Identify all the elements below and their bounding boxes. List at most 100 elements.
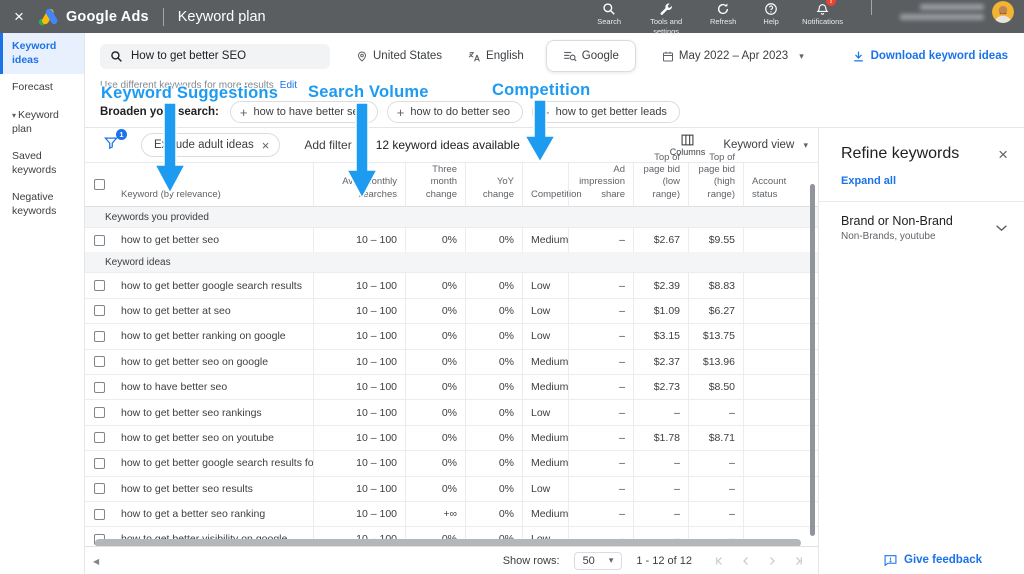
cell-avg-monthly-searches: 10 – 100 (313, 324, 405, 348)
network-selector[interactable]: Google (546, 40, 636, 72)
expand-all-link[interactable]: Expand all (819, 163, 1024, 201)
brand-group-toggle[interactable]: Brand or Non-Brand Non-Brands, youtube (819, 202, 1024, 254)
notification-badge: ! (826, 0, 836, 6)
prev-page-icon[interactable] (740, 555, 752, 567)
cell-ad-impression-share: – (568, 273, 633, 297)
chevron-down-icon (995, 224, 1008, 232)
give-feedback-button[interactable]: Give feedback (884, 554, 982, 566)
next-page-icon[interactable] (766, 555, 778, 567)
scroll-left-icon[interactable]: ◀ (93, 557, 99, 566)
filter-button[interactable]: 1 (103, 135, 119, 155)
tools-settings-button[interactable]: Tools and settings (640, 0, 692, 36)
keyword-search-input[interactable]: How to get better SEO (100, 44, 330, 69)
row-checkbox[interactable] (94, 382, 105, 393)
close-icon[interactable]: × (998, 146, 1008, 163)
language-selector[interactable]: English (468, 50, 524, 63)
table-row[interactable]: how to get better google search results … (85, 450, 818, 475)
table-row[interactable]: how to get better seo 10 – 100 0% 0% Med… (85, 227, 818, 252)
sidebar-item-negative-keywords[interactable]: Negative keywords (0, 184, 84, 225)
col-header-account-status[interactable]: Account status (743, 163, 818, 206)
select-all-checkbox[interactable] (94, 179, 105, 190)
help-icon (764, 1, 778, 16)
cell-competition: Low (522, 324, 568, 348)
table-row[interactable]: how to get better seo on youtube 10 – 10… (85, 425, 818, 450)
first-page-icon[interactable] (714, 555, 726, 567)
download-keyword-ideas-button[interactable]: Download keyword ideas (852, 50, 1008, 63)
rows-per-page-select[interactable]: 50▾ (574, 552, 623, 570)
sidebar-item-keyword-ideas[interactable]: Keyword ideas (0, 33, 84, 74)
sidebar-item-keyword-plan[interactable]: ▾Keyword plan (0, 102, 84, 143)
notifications-button[interactable]: ! Notifications (802, 0, 843, 27)
columns-icon (681, 134, 694, 146)
cell-three-month-change: 0% (405, 426, 465, 450)
table-row[interactable]: how to get better google search results … (85, 272, 818, 297)
cell-top-bid-low: – (633, 400, 688, 424)
cell-ad-impression-share: – (568, 502, 633, 526)
sidebar-item-forecast[interactable]: Forecast (0, 74, 84, 102)
feedback-icon (884, 554, 897, 566)
cell-three-month-change: 0% (405, 451, 465, 475)
help-button[interactable]: Help (754, 0, 788, 27)
refresh-button[interactable]: Refresh (706, 0, 740, 27)
col-header-three-month-change[interactable]: Three month change (405, 163, 465, 206)
cell-yoy-change: 0% (465, 228, 522, 252)
close-icon[interactable]: × (14, 8, 24, 25)
avatar[interactable] (992, 1, 1014, 23)
annotation-arrow-search-volume (342, 103, 382, 200)
cell-avg-monthly-searches: 10 – 100 (313, 273, 405, 297)
table-row[interactable]: how to have better seo 10 – 100 0% 0% Me… (85, 374, 818, 399)
cell-account-status (743, 426, 818, 450)
download-icon (852, 50, 865, 63)
row-checkbox[interactable] (94, 305, 105, 316)
cell-competition: Low (522, 400, 568, 424)
date-range-selector[interactable]: May 2022 – Apr 2023 ▾ (662, 50, 804, 63)
location-selector[interactable]: United States (356, 50, 442, 63)
keyword-view-selector[interactable]: Keyword view ▾ (723, 139, 808, 151)
row-checkbox[interactable] (94, 509, 105, 520)
col-header-keyword[interactable]: Keyword (by relevance) (113, 163, 313, 206)
row-checkbox[interactable] (94, 331, 105, 342)
row-checkbox[interactable] (94, 458, 105, 469)
remove-filter-icon[interactable]: × (262, 138, 270, 153)
row-checkbox[interactable] (94, 280, 105, 291)
cell-competition: Medium (522, 375, 568, 399)
col-header-competition[interactable]: Competition (522, 163, 568, 206)
search-button[interactable]: Search (592, 0, 626, 27)
top-app-bar: × Google Ads Keyword plan Search (0, 0, 1024, 33)
col-header-top-bid-low[interactable]: Top of page bid (low range) (633, 163, 688, 206)
cell-top-bid-low: – (633, 451, 688, 475)
table-row[interactable]: how to get better ranking on google 10 –… (85, 323, 818, 348)
cell-top-bid-high: $6.27 (688, 299, 743, 323)
cell-competition: Medium (522, 451, 568, 475)
cell-ad-impression-share: – (568, 426, 633, 450)
edit-keywords-link[interactable]: Edit (280, 80, 297, 91)
broaden-chip[interactable]: +how to do better seo (387, 101, 523, 123)
location-pin-icon (356, 50, 368, 63)
col-header-top-bid-high[interactable]: Top of page bid (high range) (688, 163, 743, 206)
row-checkbox[interactable] (94, 432, 105, 443)
translate-icon (468, 50, 481, 63)
cell-keyword: how to get better seo rankings (113, 400, 313, 424)
cell-top-bid-high: – (688, 400, 743, 424)
sidebar-item-saved-keywords[interactable]: Saved keywords (0, 143, 84, 184)
table-row[interactable]: how to get better seo rankings 10 – 100 … (85, 399, 818, 424)
cell-account-status (743, 502, 818, 526)
table-row[interactable]: how to get a better seo ranking 10 – 100… (85, 501, 818, 526)
keyword-plan-toolbar: How to get better SEO United States Engl… (85, 33, 1024, 79)
table-row[interactable]: how to get better seo on google 10 – 100… (85, 349, 818, 374)
col-header-yoy-change[interactable]: YoY change (465, 163, 522, 206)
account-menu[interactable] (900, 0, 1014, 23)
cell-top-bid-high: – (688, 477, 743, 501)
row-checkbox[interactable] (94, 356, 105, 367)
table-row[interactable]: how to get better at seo 10 – 100 0% 0% … (85, 298, 818, 323)
row-checkbox[interactable] (94, 407, 105, 418)
row-checkbox[interactable] (94, 235, 105, 246)
cell-keyword: how to get better seo results (113, 477, 313, 501)
row-checkbox[interactable] (94, 483, 105, 494)
cell-ad-impression-share: – (568, 375, 633, 399)
table-row[interactable]: how to get better seo results 10 – 100 0… (85, 476, 818, 501)
col-header-ad-impression-share[interactable]: Ad impression share (568, 163, 633, 206)
vertical-scrollbar[interactable] (810, 184, 815, 536)
last-page-icon[interactable] (792, 555, 804, 567)
cell-keyword: how to get better seo on youtube (113, 426, 313, 450)
